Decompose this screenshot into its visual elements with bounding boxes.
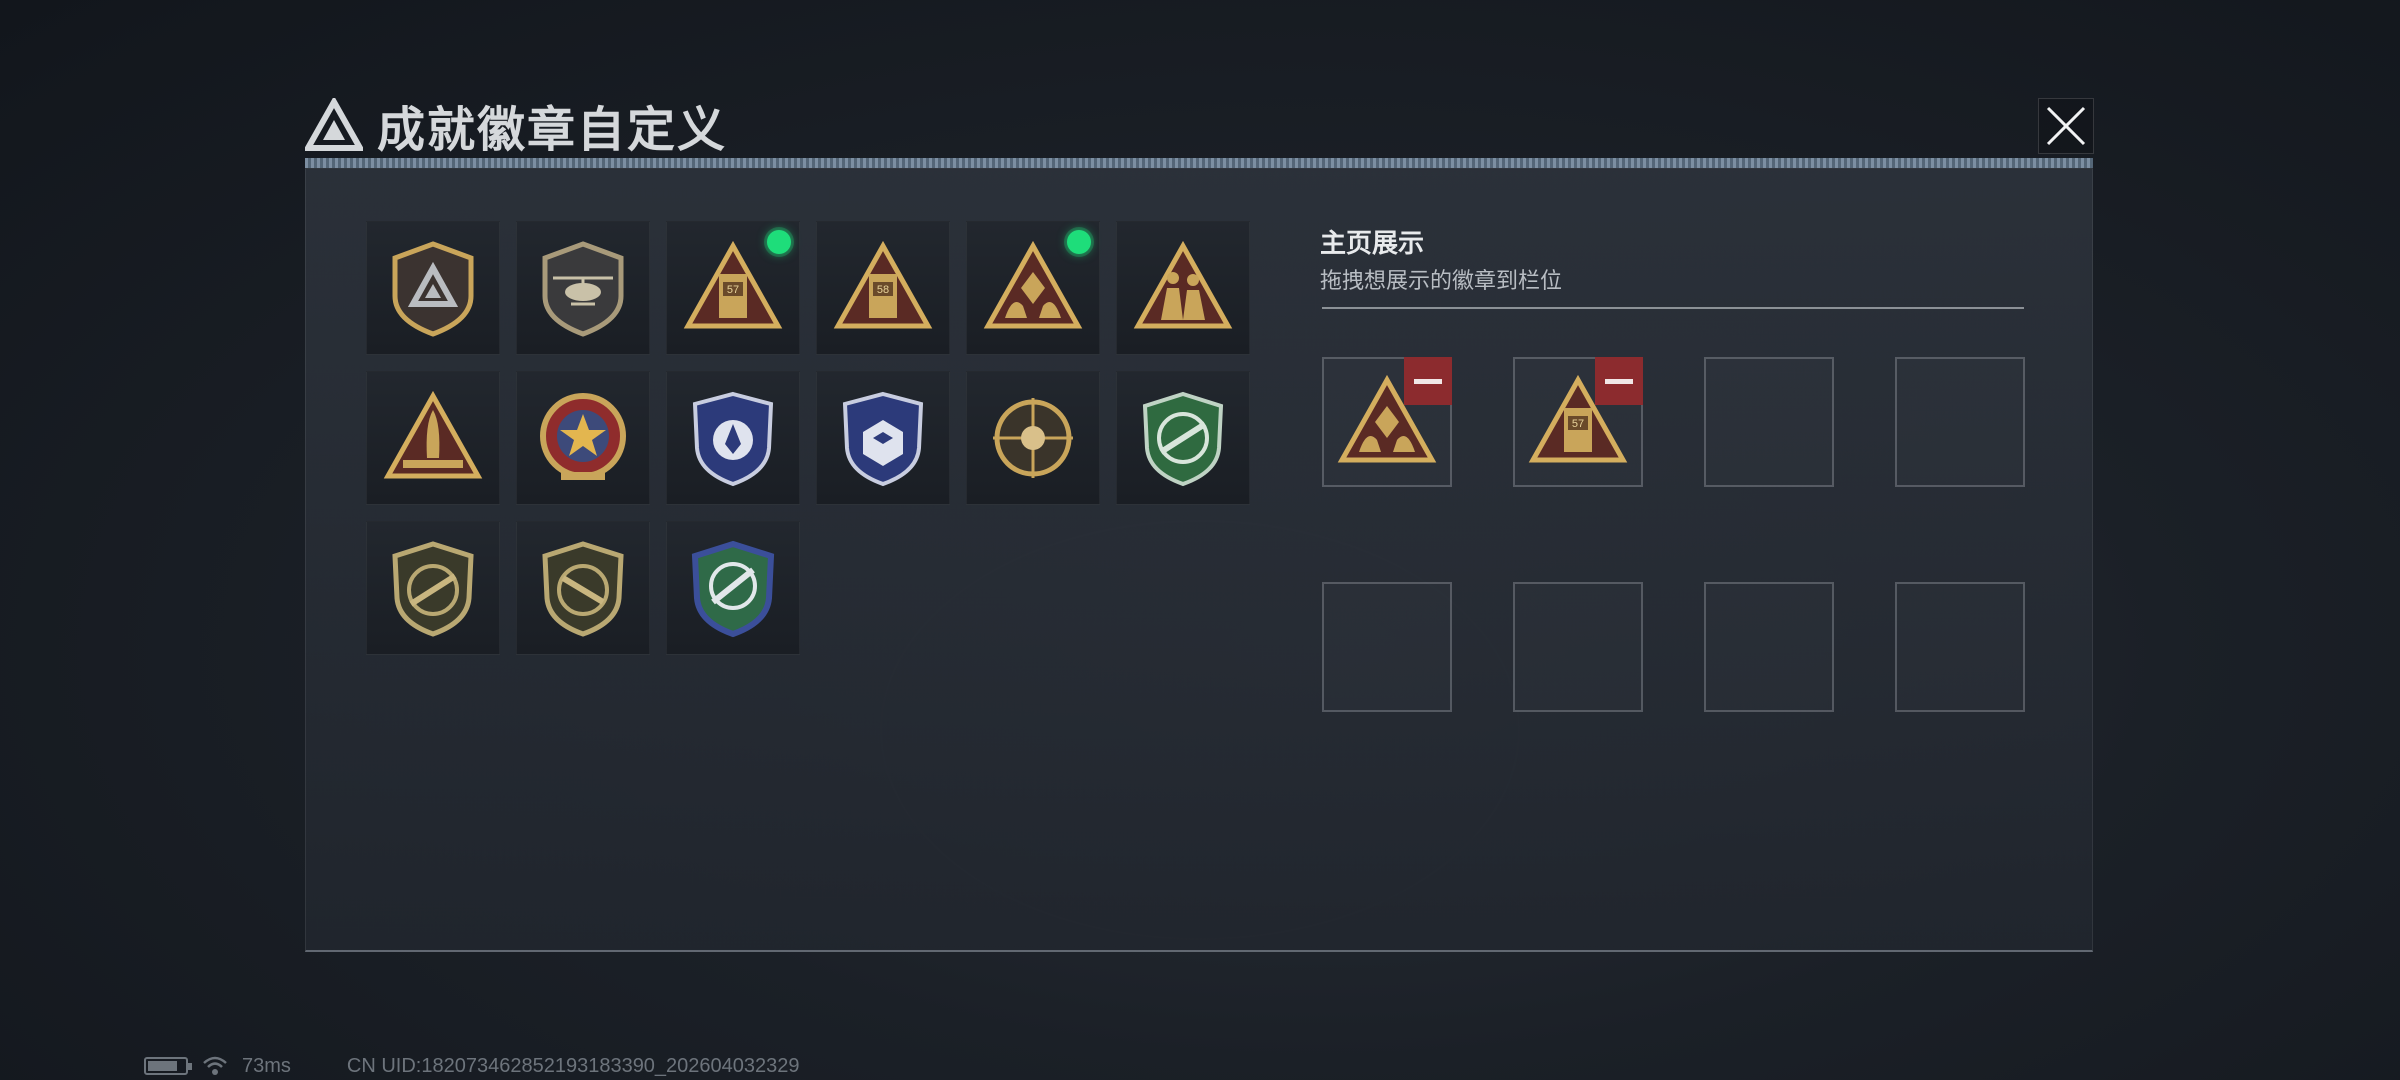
showcase-slot-3[interactable]	[1704, 357, 1834, 487]
new-badge-indicator	[1067, 230, 1091, 254]
badge-customization-panel: 57 58 主页展示 拖拽想展示的徽章到栏位 57	[305, 168, 2093, 952]
showcase-slot-8[interactable]	[1895, 582, 2025, 712]
triangle-soldiers-badge-icon	[1133, 240, 1233, 329]
badge-item[interactable]	[516, 371, 650, 505]
svg-text:58: 58	[877, 284, 889, 296]
badge-item[interactable]: 58	[816, 221, 950, 355]
triangle-hands-badge-icon	[983, 240, 1083, 329]
badge-item[interactable]	[1116, 221, 1250, 355]
window-header: 成就徽章自定义	[305, 92, 727, 158]
badge-grid: 57 58	[366, 221, 1250, 655]
blue-shield-badge-icon	[692, 391, 774, 487]
header-divider	[305, 158, 2093, 168]
olive-shield-rifle-badge-icon	[392, 541, 474, 637]
showcase-slot-2[interactable]: 57	[1513, 357, 1643, 487]
showcase-slot-4[interactable]	[1895, 357, 2025, 487]
ping-readout: 73ms	[242, 1054, 291, 1077]
delta-logo-icon	[305, 98, 363, 151]
new-badge-indicator	[767, 230, 791, 254]
badge-item[interactable]: 57	[666, 221, 800, 355]
badge-item[interactable]	[966, 221, 1100, 355]
badge-item[interactable]	[366, 521, 500, 655]
svg-text:57: 57	[727, 284, 739, 296]
green-blue-shield-rocket-badge-icon	[691, 540, 775, 638]
status-bar: 73ms CN UID:1820734628521931833​90_20260…	[144, 1054, 800, 1078]
badge-item[interactable]	[666, 371, 800, 505]
olive-shield-rifle-alt-badge-icon	[542, 541, 624, 637]
badge-item[interactable]	[1116, 371, 1250, 505]
wifi-icon	[203, 1056, 227, 1075]
showcase-subtitle: 拖拽想展示的徽章到栏位	[1320, 268, 1563, 293]
badge-item[interactable]	[516, 221, 650, 355]
triangle-57-badge-icon: 57	[683, 240, 783, 329]
badge-item[interactable]	[516, 521, 650, 655]
remove-badge-button[interactable]	[1404, 357, 1452, 405]
showcase-slot-5[interactable]	[1322, 582, 1452, 712]
minus-icon	[1605, 378, 1633, 384]
battery-icon	[144, 1057, 192, 1075]
showcase-divider	[1322, 307, 2024, 309]
showcase-slot-1[interactable]	[1322, 357, 1452, 487]
badge-item[interactable]	[366, 371, 500, 505]
green-shield-rifle-badge-icon	[1142, 391, 1224, 487]
showcase-title: 主页展示	[1320, 228, 1425, 258]
uid-text: CN UID:1820734628521931833​90_2026040323…	[346, 1054, 800, 1077]
showcase-slot-6[interactable]	[1513, 582, 1643, 712]
close-icon	[2046, 106, 2086, 146]
skull-target-badge-icon	[993, 398, 1073, 478]
triangle-58-badge-icon: 58	[833, 240, 933, 329]
shield-logo-badge-icon	[392, 241, 474, 337]
star-medal-badge-icon	[540, 393, 626, 480]
close-button[interactable]	[2038, 98, 2094, 154]
svg-text:57: 57	[1572, 418, 1584, 430]
badge-item[interactable]	[666, 521, 800, 655]
helicopter-shield-badge-icon	[542, 241, 624, 337]
badge-item[interactable]	[966, 371, 1100, 505]
blue-shield-dice-badge-icon	[842, 391, 924, 487]
showcase-slot-7[interactable]	[1704, 582, 1834, 712]
badge-item[interactable]	[816, 371, 950, 505]
badge-item[interactable]	[366, 221, 500, 355]
page-title: 成就徽章自定义	[377, 104, 728, 157]
triangle-rocket-badge-icon	[383, 390, 483, 479]
remove-badge-button[interactable]	[1595, 357, 1643, 405]
minus-icon	[1414, 378, 1442, 384]
